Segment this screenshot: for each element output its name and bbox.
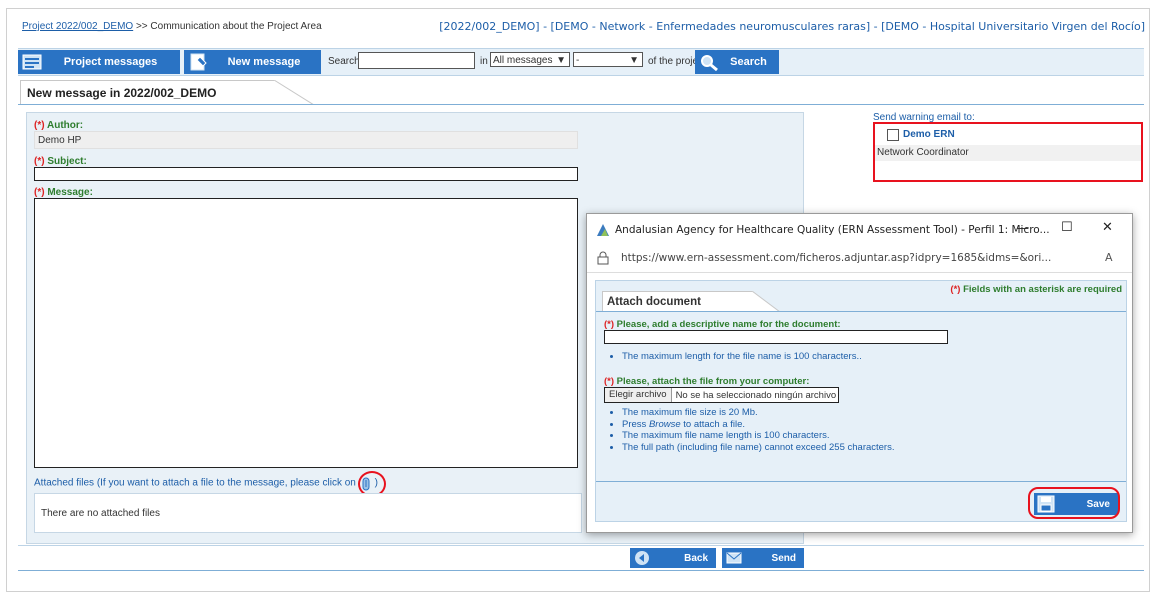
- breadcrumb-project-link[interactable]: Project 2022/002_DEMO: [22, 21, 133, 32]
- maximize-icon[interactable]: ☐: [1061, 220, 1073, 235]
- back-arrow-icon: [633, 549, 651, 567]
- popup-address-bar: https://www.ern-assessment.com/ficheros.…: [587, 246, 1132, 273]
- subject-input[interactable]: [34, 167, 578, 181]
- title-divider: [18, 104, 1144, 105]
- second-select[interactable]: - ▼: [573, 52, 643, 67]
- in-label: in: [480, 56, 488, 67]
- doc-name-input[interactable]: [604, 330, 948, 344]
- attach-tab-title: Attach document: [602, 291, 748, 311]
- no-file-text: No se ha seleccionado ningún archivo: [675, 389, 837, 401]
- send-icon: [725, 549, 743, 567]
- tab-slant-decoration: [262, 80, 314, 105]
- file-picker[interactable]: Elegir archivo No se ha seleccionado nin…: [604, 387, 840, 403]
- choose-file-button[interactable]: Elegir archivo: [605, 388, 672, 402]
- search-button[interactable]: Search: [695, 50, 779, 74]
- read-aloud-icon[interactable]: A: [1105, 251, 1113, 264]
- file-hints: The maximum file size is 20 Mb.Press Bro…: [604, 407, 895, 453]
- page-bottom-divider: [18, 570, 1144, 571]
- doc-name-hints: The maximum length for the file name is …: [604, 351, 862, 363]
- chevron-down-icon: ▼: [556, 55, 566, 66]
- new-message-button[interactable]: New message: [184, 50, 321, 74]
- new-message-icon: [187, 51, 209, 73]
- message-label: (*) Message:: [34, 187, 93, 198]
- file-label: (*) Please, attach the file from your co…: [604, 376, 810, 387]
- doc-name-hint: The maximum length for the file name is …: [622, 351, 862, 363]
- message-textarea[interactable]: [34, 198, 578, 468]
- recipient-name: Demo ERN: [903, 129, 955, 140]
- scope-select[interactable]: All messages ▼: [490, 52, 570, 67]
- message-list-icon: [21, 51, 43, 73]
- breadcrumb-separator: >>: [135, 21, 148, 32]
- project-messages-label: Project messages: [63, 56, 158, 68]
- file-hint: The full path (including file name) cann…: [622, 442, 895, 454]
- file-hint: Press Browse to attach a file.: [622, 419, 895, 431]
- attach-document-popup: Andalusian Agency for Healthcare Quality…: [586, 213, 1133, 533]
- popup-window-title: Andalusian Agency for Healthcare Quality…: [615, 224, 1050, 236]
- warning-recipients: Demo ERN Network Coordinator: [873, 122, 1143, 182]
- scope-select-value: All messages: [493, 55, 553, 66]
- save-button-highlight: [1028, 487, 1120, 519]
- subject-label: (*) Subject:: [34, 156, 87, 167]
- second-select-value: -: [576, 55, 580, 66]
- attached-files-line: Attached files (If you want to attach a …: [34, 477, 378, 491]
- attach-form: Attach document (*) Fields with an aster…: [595, 280, 1127, 522]
- search-label: Search: [328, 56, 360, 67]
- file-hint: The maximum file size is 20 Mb.: [622, 407, 895, 419]
- search-button-label: Search: [730, 56, 767, 68]
- back-label: Back: [684, 552, 708, 564]
- search-icon: [698, 51, 720, 73]
- author-field: Demo HP: [34, 131, 578, 149]
- minimize-icon[interactable]: —: [1017, 221, 1029, 235]
- app-logo-icon: [595, 222, 611, 241]
- breadcrumb: Project 2022/002_DEMO >> Communication a…: [22, 21, 322, 32]
- chevron-down-icon: ▼: [629, 55, 639, 66]
- attached-files-list: There are no attached files: [34, 493, 582, 533]
- file-hint: The maximum file name length is 100 char…: [622, 430, 895, 442]
- attached-files-label: Attached files: [34, 477, 95, 489]
- popup-url: https://www.ern-assessment.com/ficheros.…: [621, 252, 1052, 264]
- back-button[interactable]: Back: [630, 548, 716, 568]
- search-input[interactable]: [358, 52, 475, 69]
- required-fields-note: (*) Fields with an asterisk are required: [950, 284, 1122, 295]
- recipient-checkbox[interactable]: [887, 129, 899, 141]
- form-footer-divider: [18, 545, 1144, 546]
- attach-footer-divider: [596, 481, 1126, 482]
- recipient-role: Network Coordinator: [875, 145, 1141, 161]
- send-button[interactable]: Send: [722, 548, 804, 568]
- lock-icon: [597, 251, 609, 268]
- project-context: [2022/002_DEMO] - [DEMO - Network - Enfe…: [439, 20, 1145, 33]
- breadcrumb-current: Communication about the Project Area: [150, 21, 322, 32]
- popup-title-bar: Andalusian Agency for Healthcare Quality…: [587, 214, 1132, 246]
- close-icon[interactable]: ✕: [1102, 220, 1113, 235]
- project-messages-button[interactable]: Project messages: [18, 50, 180, 74]
- attach-divider: [596, 311, 1126, 312]
- attached-files-hint: (If you want to attach a file to the mes…: [96, 477, 356, 489]
- send-label: Send: [771, 552, 796, 564]
- attach-tab-slant: [746, 291, 780, 312]
- doc-name-label: (*) Please, add a descriptive name for t…: [604, 319, 841, 330]
- new-message-label: New message: [227, 56, 301, 68]
- author-label: (*) Author:: [34, 120, 84, 131]
- message-toolbar: Project messages New message Search in A…: [18, 48, 1144, 76]
- page-title: New message in 2022/002_DEMO: [20, 80, 265, 104]
